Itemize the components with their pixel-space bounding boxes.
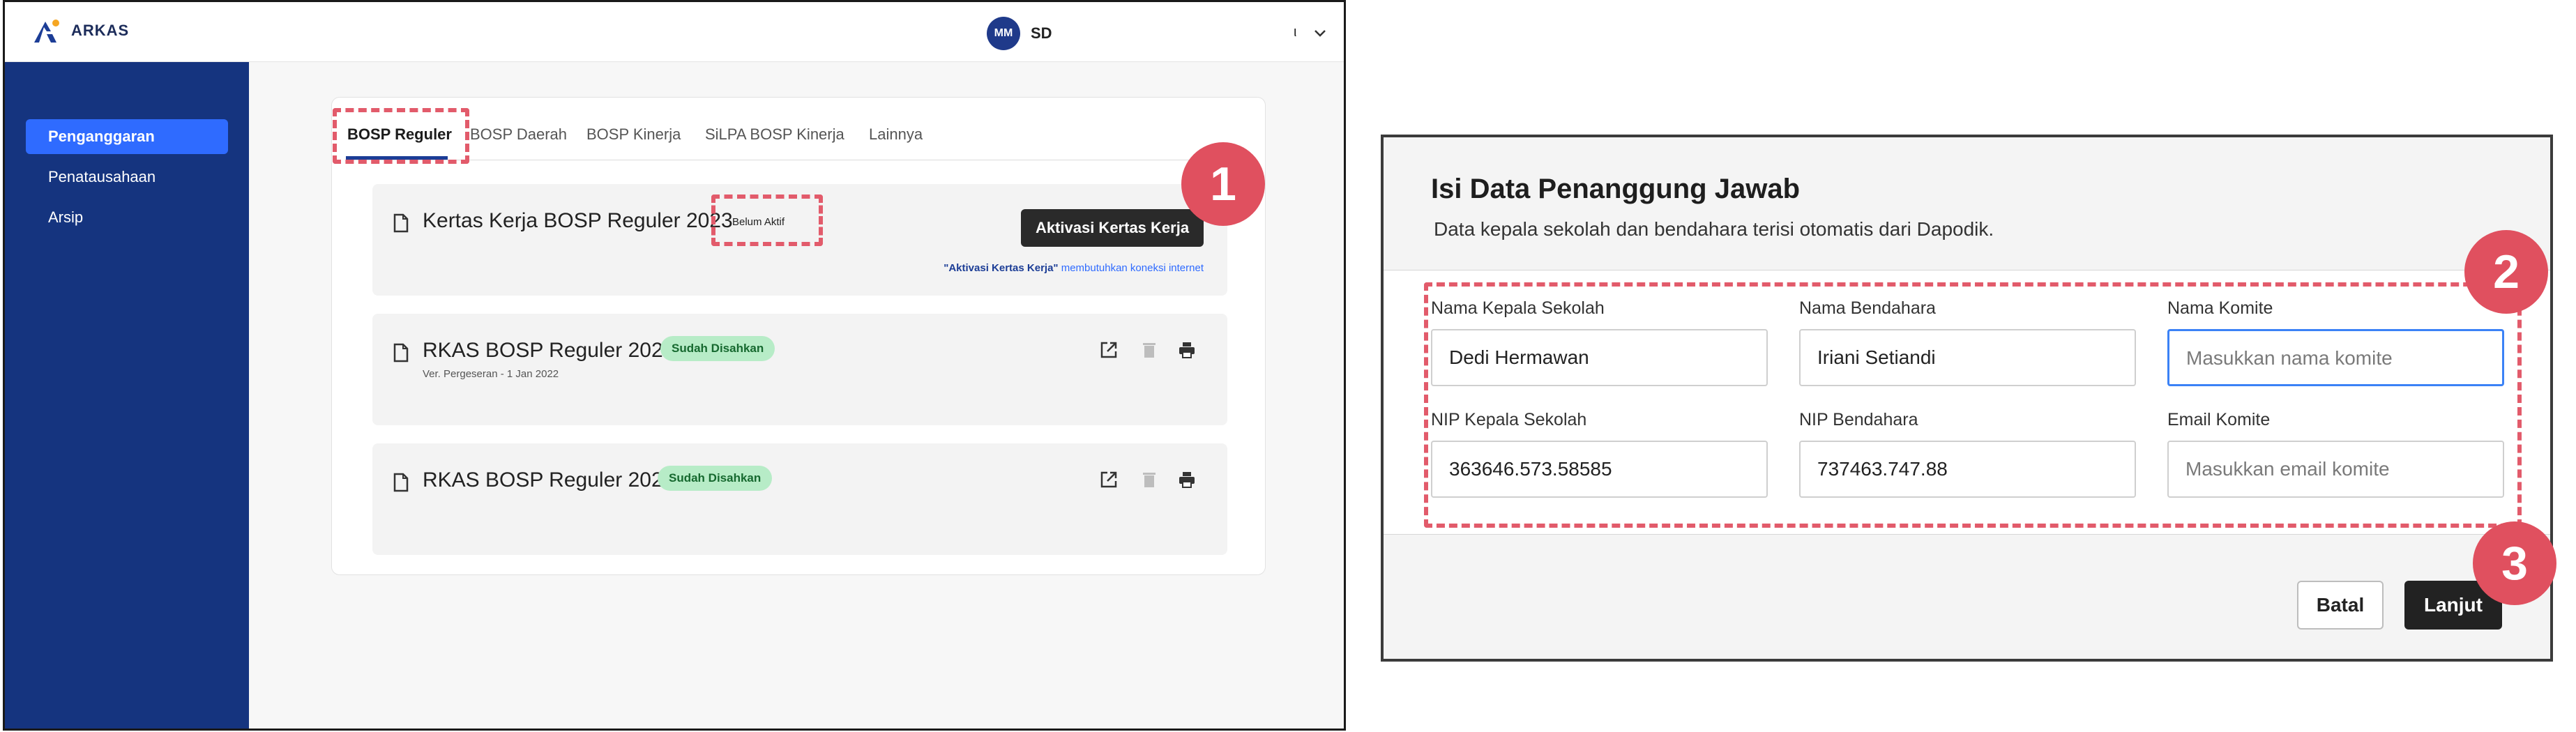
- budget-card: BOSP Reguler BOSP Daerah BOSP Kinerja Si…: [331, 97, 1266, 575]
- cancel-button[interactable]: Batal: [2297, 581, 2384, 630]
- panel-subtitle: Ver. Pergeseran - 1 Jan 2022: [423, 368, 559, 380]
- panel-title: RKAS BOSP Reguler 2022: [423, 339, 675, 362]
- dialog-title: Isi Data Penanggung Jawab: [1431, 174, 1801, 204]
- sidebar: Penganggaran Penatausahaan Arsip: [5, 62, 249, 729]
- app-window: ARKAS MM SD ι Penganggaran Penatausahaan…: [3, 0, 1346, 731]
- top-right-glyph: ι: [1294, 24, 1297, 40]
- responsible-person-dialog: Isi Data Penanggung Jawab Data kepala se…: [1381, 135, 2553, 662]
- internet-note-text: membutuhkan koneksi internet: [1058, 262, 1204, 274]
- sidebar-item-label: Arsip: [48, 208, 84, 226]
- callout-number: 2: [2493, 245, 2520, 298]
- tab-bosp-kinerja[interactable]: BOSP Kinerja: [586, 125, 681, 144]
- panel-title: RKAS BOSP Reguler 2021: [423, 468, 675, 491]
- sidebar-item-penatausahaan[interactable]: Penatausahaan: [26, 160, 228, 195]
- sidebar-item-label: Penganggaran: [48, 128, 155, 145]
- status-badge: Sudah Disahkan: [660, 336, 775, 361]
- sidebar-item-penganggaran[interactable]: Penganggaran: [26, 119, 228, 154]
- activate-worksheet-label: Aktivasi Kertas Kerja: [1035, 219, 1190, 236]
- activate-worksheet-button[interactable]: Aktivasi Kertas Kerja: [1021, 209, 1204, 247]
- arkas-logo-icon: [34, 20, 59, 43]
- open-external-icon[interactable]: [1099, 470, 1119, 489]
- dialog-subtitle: Data kepala sekolah dan bendahara terisi…: [1434, 218, 1994, 240]
- status-badge: Sudah Disahkan: [658, 466, 773, 491]
- doc-icon: [393, 213, 409, 233]
- avatar[interactable]: MM: [987, 17, 1020, 50]
- sidebar-item-arsip[interactable]: Arsip: [26, 200, 228, 235]
- callout-1: 1: [1181, 142, 1265, 226]
- internet-note: "Aktivasi Kertas Kerja" membutuhkan kone…: [944, 262, 1204, 274]
- panel-rkas-2022: RKAS BOSP Reguler 2022 Sudah Disahkan Ve…: [372, 314, 1227, 425]
- print-icon[interactable]: [1177, 470, 1197, 489]
- avatar-initials: MM: [994, 27, 1013, 39]
- open-external-icon[interactable]: [1099, 340, 1119, 360]
- tab-silpa-bosp-kinerja[interactable]: SiLPA BOSP Kinerja: [705, 125, 844, 144]
- highlight-status-badge: [711, 195, 823, 246]
- cancel-label: Batal: [2316, 594, 2365, 616]
- callout-2: 2: [2464, 230, 2548, 314]
- panel-title: Kertas Kerja BOSP Reguler 2023: [423, 209, 733, 232]
- doc-icon: [393, 343, 409, 363]
- tab-lainnya[interactable]: Lainnya: [869, 125, 923, 144]
- user-name[interactable]: SD: [1031, 24, 1052, 43]
- brand-name: ARKAS: [71, 22, 130, 39]
- doc-icon: [393, 473, 409, 492]
- top-bar: ARKAS MM SD ι: [5, 2, 1344, 62]
- tab-bar: BOSP Reguler BOSP Daerah BOSP Kinerja Si…: [346, 98, 1251, 160]
- internet-note-emphasis: "Aktivasi Kertas Kerja": [944, 262, 1059, 274]
- trash-icon[interactable]: [1139, 340, 1159, 360]
- tab-bosp-daerah[interactable]: BOSP Daerah: [470, 125, 567, 144]
- sidebar-item-label: Penatausahaan: [48, 168, 156, 185]
- panel-rkas-2021: RKAS BOSP Reguler 2021 Sudah Disahkan: [372, 443, 1227, 555]
- callout-3: 3: [2473, 521, 2556, 605]
- highlight-tab-bosp-reguler: [333, 108, 469, 164]
- print-icon[interactable]: [1177, 340, 1197, 360]
- chevron-down-icon[interactable]: [1312, 24, 1328, 41]
- highlight-form-fields: [1424, 282, 2522, 528]
- callout-number: 1: [1210, 158, 1236, 211]
- next-label: Lanjut: [2424, 594, 2483, 616]
- trash-icon[interactable]: [1139, 470, 1159, 489]
- callout-number: 3: [2501, 537, 2528, 590]
